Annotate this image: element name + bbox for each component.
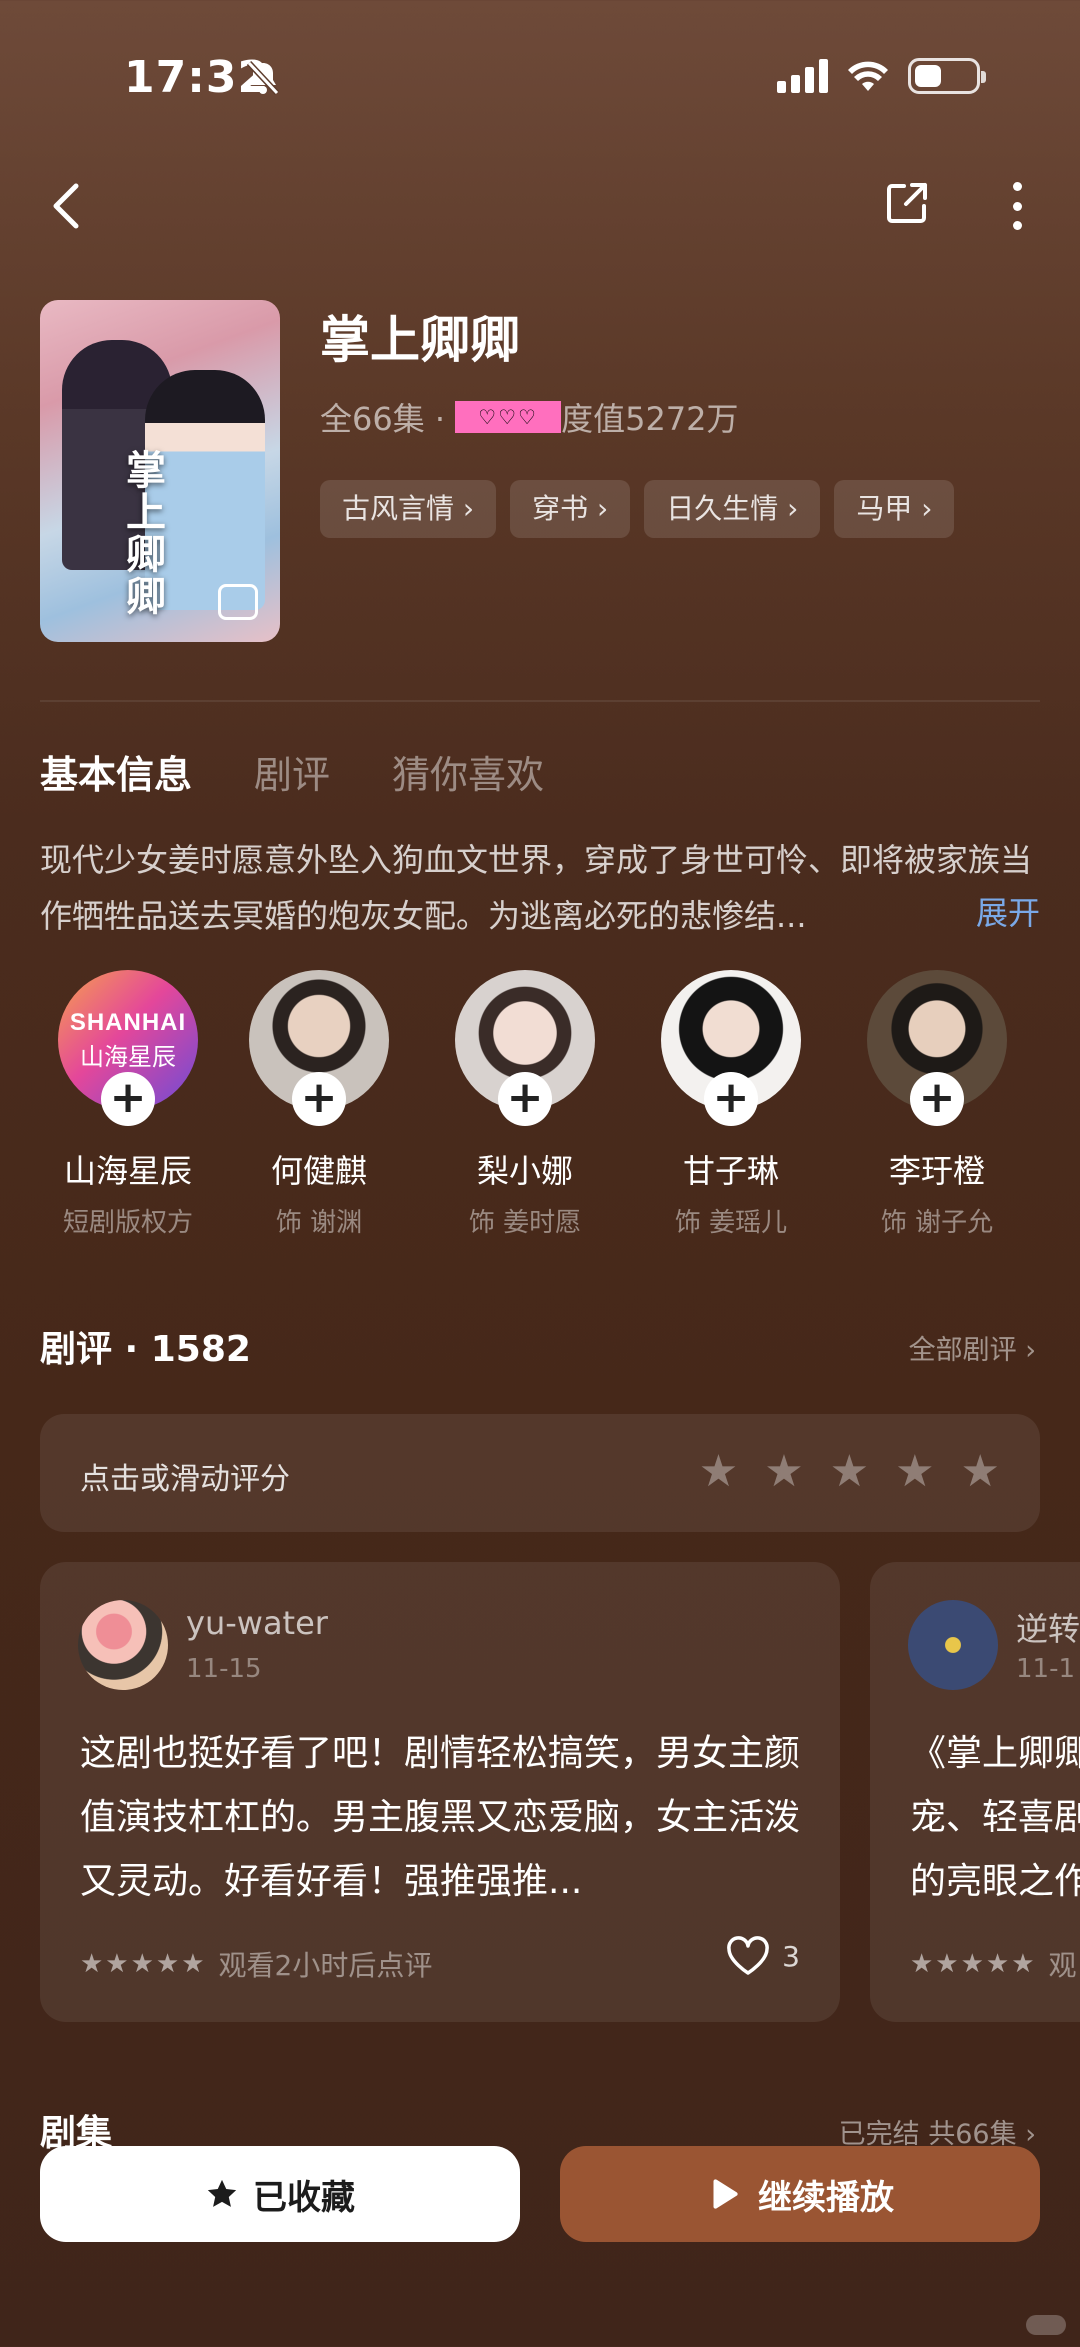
tab-reviews[interactable]: 剧评 — [254, 744, 330, 799]
tag-item[interactable]: 马甲 › — [834, 480, 955, 538]
star-icon[interactable]: ★ — [961, 1448, 1000, 1496]
episode-count: 全66集 · — [320, 400, 446, 438]
play-label: 继续播放 — [758, 2177, 894, 2218]
favorite-button[interactable]: 已收藏 — [40, 2146, 520, 2242]
rating-stars[interactable]: ★ ★ ★ ★ ★ — [699, 1448, 1000, 1496]
signal-icon — [777, 59, 828, 93]
follow-plus-icon[interactable]: + — [704, 1072, 758, 1126]
logo-subtext: 山海星辰 — [80, 1042, 176, 1071]
cast-name: 梨小娜 — [476, 1152, 573, 1190]
cast-role: 饰 谢渊 — [275, 1208, 363, 1238]
reviews-title: 剧评 · 1582 — [40, 1329, 251, 1370]
heat-value: 度值5272万 — [561, 400, 739, 438]
expand-link[interactable]: 展开 — [976, 888, 1040, 934]
continue-play-button[interactable]: 继续播放 — [560, 2146, 1040, 2242]
reviewer-avatar[interactable] — [78, 1600, 168, 1690]
cast-role: 短剧版权方 — [62, 1208, 193, 1238]
follow-plus-icon[interactable]: + — [910, 1072, 964, 1126]
review-stars: ★★★★★ — [80, 1949, 207, 1979]
review-date: 11-1 — [1016, 1654, 1076, 1684]
battery-icon — [908, 58, 986, 94]
drama-title: 掌上卿卿 — [320, 311, 520, 369]
more-options-icon[interactable] — [1010, 182, 1024, 230]
star-icon[interactable]: ★ — [699, 1448, 738, 1496]
star-icon[interactable]: ★ — [895, 1448, 934, 1496]
back-arrow-icon[interactable] — [46, 178, 86, 234]
heat-mask-sticker: ♡♡♡ — [455, 401, 562, 433]
share-icon[interactable] — [884, 180, 930, 230]
cast-member[interactable]: + 甘子琳 饰 姜瑶儿 — [628, 970, 834, 1239]
like-count: 3 — [782, 1939, 800, 1973]
cast-name: 李玗橙 — [888, 1152, 985, 1190]
silent-bell-icon — [246, 60, 280, 100]
review-meta: ★★★★★ 观看2小时后点评 — [80, 1944, 432, 1984]
reviewer-name[interactable]: 逆转 — [1016, 1604, 1080, 1650]
drama-poster[interactable]: 掌上卿卿 — [40, 300, 280, 642]
review-date: 11-15 — [186, 1654, 262, 1684]
cast-role: 饰 姜时愿 — [468, 1208, 582, 1238]
play-icon — [713, 2179, 738, 2209]
review-card[interactable]: yu-water 11-15 这剧也挺好看了吧！剧情轻松搞笑，男女主颜值演技杠杠… — [40, 1562, 840, 2022]
review-text: 这剧也挺好看了吧！剧情轻松搞笑，男女主颜值演技杠杠的。男主腹黑又恋爱脑，女主活泼… — [80, 1733, 801, 1902]
all-reviews-link[interactable]: 全部剧评 › — [909, 1328, 1036, 1367]
cast-name: 山海星辰 — [63, 1152, 192, 1190]
rating-prompt: 点击或滑动评分 — [80, 1462, 290, 1497]
cast-role: 饰 谢子允 — [880, 1208, 994, 1238]
cast-member[interactable]: + 李玗橙 饰 谢子允 — [834, 970, 1040, 1239]
tag-item[interactable]: 日久生情 › — [644, 480, 821, 538]
star-icon[interactable]: ★ — [764, 1448, 803, 1496]
cast-list: SHANHAI 山海星辰 + 山海星辰 短剧版权方 + 何健麒 饰 谢渊 + 梨… — [40, 970, 1040, 1239]
drama-meta: 全66集 · ♡♡♡ 度值5272万 — [320, 394, 739, 440]
heart-icon — [727, 1936, 769, 1975]
gallery-icon[interactable] — [218, 584, 258, 620]
follow-plus-icon[interactable]: + — [498, 1072, 552, 1126]
cast-member[interactable]: SHANHAI 山海星辰 + 山海星辰 短剧版权方 — [40, 970, 216, 1239]
review-stars: ★★★★★ — [910, 1949, 1037, 1979]
follow-plus-icon[interactable]: + — [292, 1072, 346, 1126]
favorite-label: 已收藏 — [253, 2177, 355, 2218]
review-text: 《掌上卿卿宠、轻喜剧的亮眼之作 — [910, 1733, 1080, 1902]
synopsis-text: 现代少女姜时愿意外坠入狗血文世界，穿成了身世可怜、即将被家族当作牺牲品送去冥婚的… — [40, 841, 1033, 935]
review-card[interactable]: 逆转 11-1 《掌上卿卿宠、轻喜剧的亮眼之作 ★★★★★ 观 — [870, 1562, 1080, 2022]
logo-text: SHANHAI — [69, 1008, 187, 1036]
section-tabs: 基本信息 剧评 猜你喜欢 — [40, 744, 544, 799]
review-note: 观看2小时后点评 — [218, 1949, 433, 1982]
wifi-icon — [848, 61, 888, 91]
cast-name: 甘子琳 — [682, 1152, 779, 1190]
tab-recommendations[interactable]: 猜你喜欢 — [392, 744, 544, 799]
review-note: 观 — [1048, 1949, 1077, 1982]
divider — [40, 700, 1040, 702]
watermark — [1026, 2315, 1066, 2335]
review-meta: ★★★★★ 观 — [910, 1944, 1077, 1984]
follow-plus-icon[interactable]: + — [101, 1072, 155, 1126]
star-icon[interactable]: ★ — [830, 1448, 869, 1496]
rating-box[interactable]: 点击或滑动评分 ★ ★ ★ ★ ★ — [40, 1414, 1040, 1532]
cast-member[interactable]: + 梨小娜 饰 姜时愿 — [422, 970, 628, 1239]
status-indicators — [777, 58, 986, 94]
cast-member[interactable]: + 何健麒 饰 谢渊 — [216, 970, 422, 1239]
cast-role: 饰 姜瑶儿 — [674, 1208, 788, 1238]
star-icon — [207, 2179, 237, 2207]
reviewer-avatar[interactable] — [908, 1600, 998, 1690]
tag-item[interactable]: 穿书 › — [510, 480, 631, 538]
poster-title: 掌上卿卿 — [126, 447, 166, 620]
like-button[interactable]: 3 — [726, 1936, 800, 1976]
reviewer-name[interactable]: yu-water — [186, 1604, 328, 1642]
tag-list: 古风言情 › 穿书 › 日久生情 › 马甲 › — [320, 480, 955, 538]
cast-name: 何健麒 — [270, 1152, 367, 1190]
tag-item[interactable]: 古风言情 › — [320, 480, 497, 538]
tab-basic-info[interactable]: 基本信息 — [40, 744, 192, 799]
